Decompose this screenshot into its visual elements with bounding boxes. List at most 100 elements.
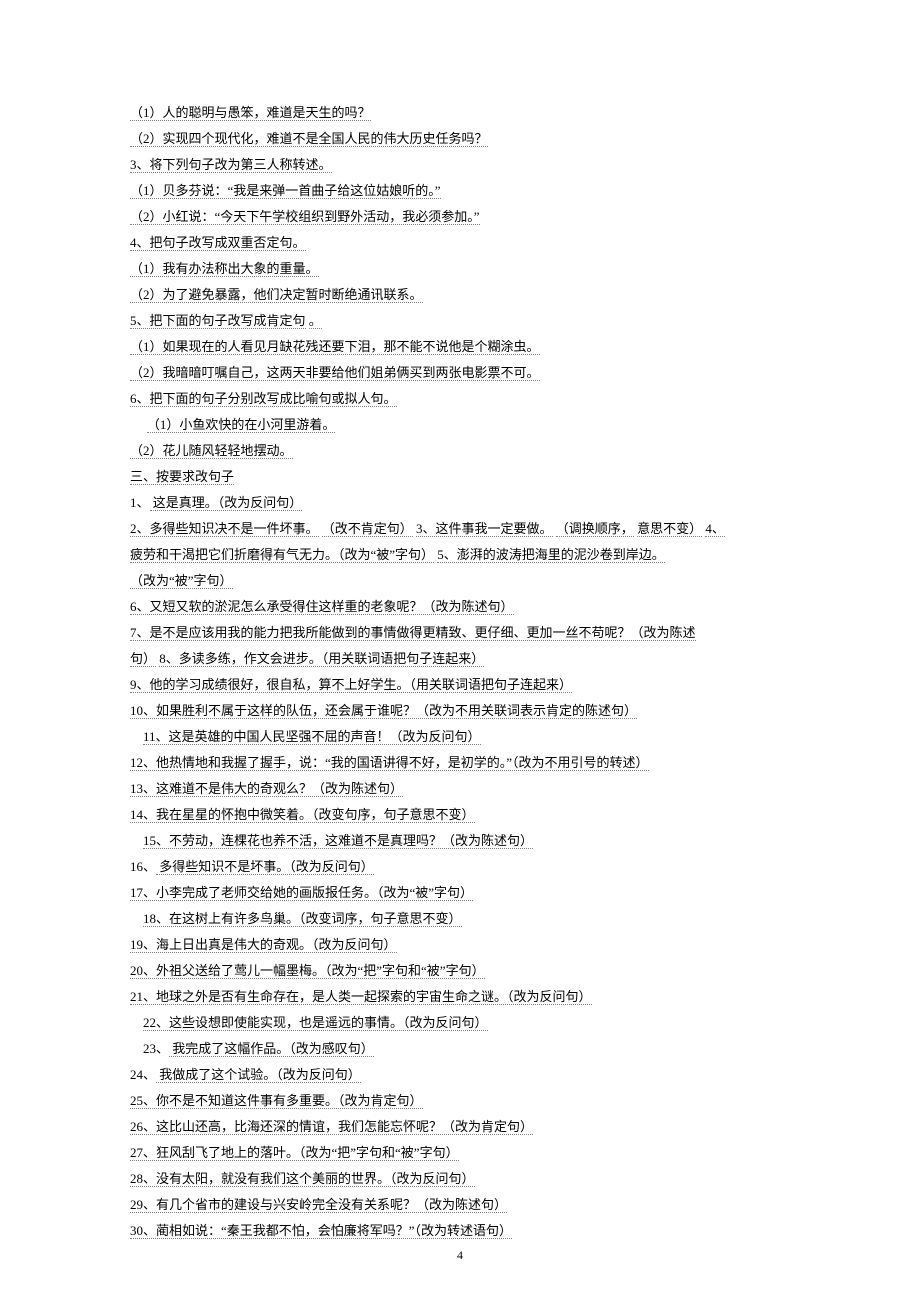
- text-line: 28、没有太阳，就没有我们这个美丽的世界。（改为反问句）: [130, 1166, 790, 1192]
- text-segment: 27、狂风刮飞了地上的落叶。（改为“把”字句和“被”字句）: [130, 1145, 459, 1161]
- text-line: 3、将下列句子改为第三人称转述。: [130, 152, 790, 178]
- text-segment: 我做成了这个试验。（改为反问句）: [156, 1067, 361, 1083]
- text-line: 29、有几个省市的建设与兴安岭完全没有关系呢？（改为陈述句）: [130, 1192, 790, 1218]
- text-line: 21、地球之外是否有生命存在，是人类一起探索的宇宙生命之谜。（改为反问句）: [130, 984, 790, 1010]
- text-segment: 。: [309, 313, 322, 329]
- text-segment: （改为“被”字句）: [130, 573, 233, 589]
- text-segment: 30、蔺相如说：“秦王我都不怕，会怕廉将军吗？”（改为转述语句）: [130, 1223, 512, 1239]
- text-line: 11、这是英雄的中国人民坚强不屈的声音！（改为反问句）: [130, 724, 790, 750]
- text-segment: 20、外祖父送给了莺儿一幅墨梅。（改为“把”字句和“被”字句）: [130, 963, 485, 979]
- text-segment: （2）实现四个现代化，难道不是全国人民的伟大历史任务吗？: [130, 131, 488, 147]
- text-line: 2、多得些知识决不是一件坏事。 （改不肯定句） 3、这件事我一定要做。 （调换顺…: [130, 516, 790, 542]
- text-line: 19、海上日出真是伟大的奇观。（改为反问句）: [130, 932, 790, 958]
- text-line: （2）实现四个现代化，难道不是全国人民的伟大历史任务吗？: [130, 126, 790, 152]
- text-line: （1）人的聪明与愚笨，难道是天生的吗？: [130, 100, 790, 126]
- text-segment: 三、按要求改句子: [130, 469, 234, 485]
- text-segment: 这是真理。（改为反问句）: [150, 495, 303, 511]
- text-line: 6、又短又软的淤泥怎么承受得住这样重的老象呢？（改为陈述句）: [130, 594, 790, 620]
- text-line: 6、把下面的句子分别改写成比喻句或拟人句。: [130, 386, 790, 412]
- text-segment: 3、将下列句子改为第三人称转述。: [130, 157, 332, 173]
- text-line: （2）为了避免暴露，他们决定暂时断绝通讯联系。: [130, 282, 790, 308]
- text-line: 句） 8、多读多练，作文会进步。（用关联词语把句子连起来）: [130, 646, 790, 672]
- text-segment: （调换顺序，: [556, 521, 634, 537]
- text-segment: （1）人的聪明与愚笨，难道是天生的吗？: [130, 105, 371, 121]
- document-page: （1）人的聪明与愚笨，难道是天生的吗？ （2）实现四个现代化，难道不是全国人民的伟…: [0, 0, 920, 1303]
- text-segment: 17、小李完成了老师交给她的画版报任务。（改为“被”字句）: [130, 885, 473, 901]
- text-segment: （1）贝多芬说：“我是来弹一首曲子给这位姑娘听的。”: [130, 183, 441, 199]
- text-line: 26、这比山还高，比海还深的情谊，我们怎能忘怀呢？（改为肯定句）: [130, 1114, 790, 1140]
- text-line: （1）如果现在的人看见月缺花残还要下泪，那不能不说他是个糊涂虫。: [130, 334, 790, 360]
- text-segment: 6、把下面的句子分别改写成比喻句或拟人句。: [130, 391, 397, 407]
- text-segment: （1）我有办法称出大象的重量。: [130, 261, 319, 277]
- text-segment: 22、这些设想即使能实现，也是遥远的事情。（改为反问句）: [143, 1015, 488, 1031]
- text-line: 14、我在星星的怀抱中微笑着。（改变句序，句子意思不变）: [130, 802, 790, 828]
- text-line: 17、小李完成了老师交给她的画版报任务。（改为“被”字句）: [130, 880, 790, 906]
- text-line: （1）小鱼欢快的在小河里游着。: [130, 412, 790, 438]
- text-line: 27、狂风刮飞了地上的落叶。（改为“把”字句和“被”字句）: [130, 1140, 790, 1166]
- text-segment: （2）花儿随风轻轻地摆动。: [130, 443, 293, 459]
- text-segment: 23、: [143, 1041, 169, 1056]
- text-segment: 28、没有太阳，就没有我们这个美丽的世界。（改为反问句）: [130, 1171, 475, 1187]
- text-segment: 疲劳和干渴把它们折磨得有气无力。（改为“被”字句）: [130, 547, 434, 563]
- text-segment: 24、: [130, 1067, 156, 1082]
- text-segment: 11、这是英雄的中国人民坚强不屈的声音！（改为反问句）: [143, 729, 481, 745]
- text-line: 13、这难道不是伟大的奇观么？（改为陈述句）: [130, 776, 790, 802]
- text-line: 30、蔺相如说：“秦王我都不怕，会怕廉将军吗？”（改为转述语句）: [130, 1218, 790, 1244]
- text-segment: 16、: [130, 859, 156, 874]
- text-segment: 8、多读多练，作文会进步。（用关联词语把句子连起来）: [159, 651, 484, 667]
- text-line: 10、如果胜利不属于这样的队伍，还会属于谁呢？（改为不用关联词表示肯定的陈述句）: [130, 698, 790, 724]
- text-segment: 9、他的学习成绩很好，很自私，算不上好学生。（用关联词语把句子连起来）: [130, 677, 572, 693]
- text-line: 16、 多得些知识不是坏事。（改为反问句）: [130, 854, 790, 880]
- text-segment: 句）: [130, 651, 156, 667]
- text-segment: （1）小鱼欢快的在小河里游着。: [147, 417, 336, 433]
- text-line: 1、 这是真理。（改为反问句）: [130, 490, 790, 516]
- text-line: （2）花儿随风轻轻地摆动。: [130, 438, 790, 464]
- text-segment: 1、: [130, 495, 150, 510]
- text-segment: 29、有几个省市的建设与兴安岭完全没有关系呢？（改为陈述句）: [130, 1197, 507, 1213]
- text-segment: 5、澎湃的波涛把海里的泥沙卷到岸边。: [437, 547, 665, 563]
- text-segment: 我完成了这幅作品。（改为感叹句）: [169, 1041, 374, 1057]
- text-segment: 5、把下面的句子改写成肯定句: [130, 313, 306, 329]
- text-segment: （2）为了避免暴露，他们决定暂时断绝通讯联系。: [130, 287, 423, 303]
- text-line: （2）小红说：“今天下午学校组织到野外活动，我必须参加。”: [130, 204, 790, 230]
- text-segment: 13、这难道不是伟大的奇观么？（改为陈述句）: [130, 781, 403, 797]
- text-line: 7、是不是应该用我的能力把我所能做到的事情做得更精致、更仔细、更加一丝不苟呢？（…: [130, 620, 790, 646]
- text-line: 5、把下面的句子改写成肯定句 。: [130, 308, 790, 334]
- text-segment: 7、是不是应该用我的能力把我所能做到的事情做得更精致、更仔细、更加一丝不苟呢？（…: [130, 625, 696, 641]
- text-line: 25、你不是不知道这件事有多重要。（改为肯定句）: [130, 1088, 790, 1114]
- text-segment: 19、海上日出真是伟大的奇观。（改为反问句）: [130, 937, 397, 953]
- text-line: 9、他的学习成绩很好，很自私，算不上好学生。（用关联词语把句子连起来）: [130, 672, 790, 698]
- text-segment: 12、他热情地和我握了握手，说：“我的国语讲得不好，是初学的。”（改为不用引号的…: [130, 755, 649, 771]
- text-line: 22、这些设想即使能实现，也是遥远的事情。（改为反问句）: [130, 1010, 790, 1036]
- text-line: （改为“被”字句）: [130, 568, 790, 594]
- text-segment: （2）小红说：“今天下午学校组织到野外活动，我必须参加。”: [130, 209, 480, 225]
- text-line: 24、 我做成了这个试验。（改为反问句）: [130, 1062, 790, 1088]
- text-segment: 21、地球之外是否有生命存在，是人类一起探索的宇宙生命之谜。（改为反问句）: [130, 989, 592, 1005]
- text-segment: （改不肯定句）: [322, 521, 413, 537]
- text-segment: 意思不变）: [637, 521, 702, 537]
- text-segment: （1）如果现在的人看见月缺花残还要下泪，那不能不说他是个糊涂虫。: [130, 339, 540, 355]
- text-line: 疲劳和干渴把它们折磨得有气无力。（改为“被”字句） 5、澎湃的波涛把海里的泥沙卷…: [130, 542, 790, 568]
- text-segment: 26、这比山还高，比海还深的情谊，我们怎能忘怀呢？（改为肯定句）: [130, 1119, 533, 1135]
- text-line: 4、把句子改写成双重否定句。: [130, 230, 790, 256]
- text-line: 23、 我完成了这幅作品。（改为感叹句）: [130, 1036, 790, 1062]
- text-line: 18、在这树上有许多鸟巢。（改变词序，句子意思不变）: [130, 906, 790, 932]
- text-line: 12、他热情地和我握了握手，说：“我的国语讲得不好，是初学的。”（改为不用引号的…: [130, 750, 790, 776]
- content-body: （1）人的聪明与愚笨，难道是天生的吗？ （2）实现四个现代化，难道不是全国人民的伟…: [130, 100, 790, 1244]
- text-segment: 4、: [705, 521, 725, 537]
- text-segment: 25、你不是不知道这件事有多重要。（改为肯定句）: [130, 1093, 423, 1109]
- text-segment: 3、这件事我一定要做。: [416, 521, 553, 537]
- text-segment: 4、把句子改写成双重否定句。: [130, 235, 306, 251]
- text-segment: 多得些知识不是坏事。（改为反问句）: [156, 859, 374, 875]
- text-segment: 14、我在星星的怀抱中微笑着。（改变句序，句子意思不变）: [130, 807, 475, 823]
- text-segment: 10、如果胜利不属于这样的队伍，还会属于谁呢？（改为不用关联词表示肯定的陈述句）: [130, 703, 637, 719]
- text-line: （2）我暗暗叮嘱自己，这两天非要给他们姐弟俩买到两张电影票不可。: [130, 360, 790, 386]
- text-segment: 15、不劳动，连棵花也养不活，这难道不是真理吗？（改为陈述句）: [143, 833, 533, 849]
- text-line: 三、按要求改句子: [130, 464, 790, 490]
- text-line: （1）我有办法称出大象的重量。: [130, 256, 790, 282]
- text-line: 20、外祖父送给了莺儿一幅墨梅。（改为“把”字句和“被”字句）: [130, 958, 790, 984]
- text-segment: 18、在这树上有许多鸟巢。（改变词序，句子意思不变）: [143, 911, 462, 927]
- text-segment: （2）我暗暗叮嘱自己，这两天非要给他们姐弟俩买到两张电影票不可。: [130, 365, 540, 381]
- text-line: 15、不劳动，连棵花也养不活，这难道不是真理吗？（改为陈述句）: [130, 828, 790, 854]
- text-segment: 2、多得些知识决不是一件坏事。: [130, 521, 319, 537]
